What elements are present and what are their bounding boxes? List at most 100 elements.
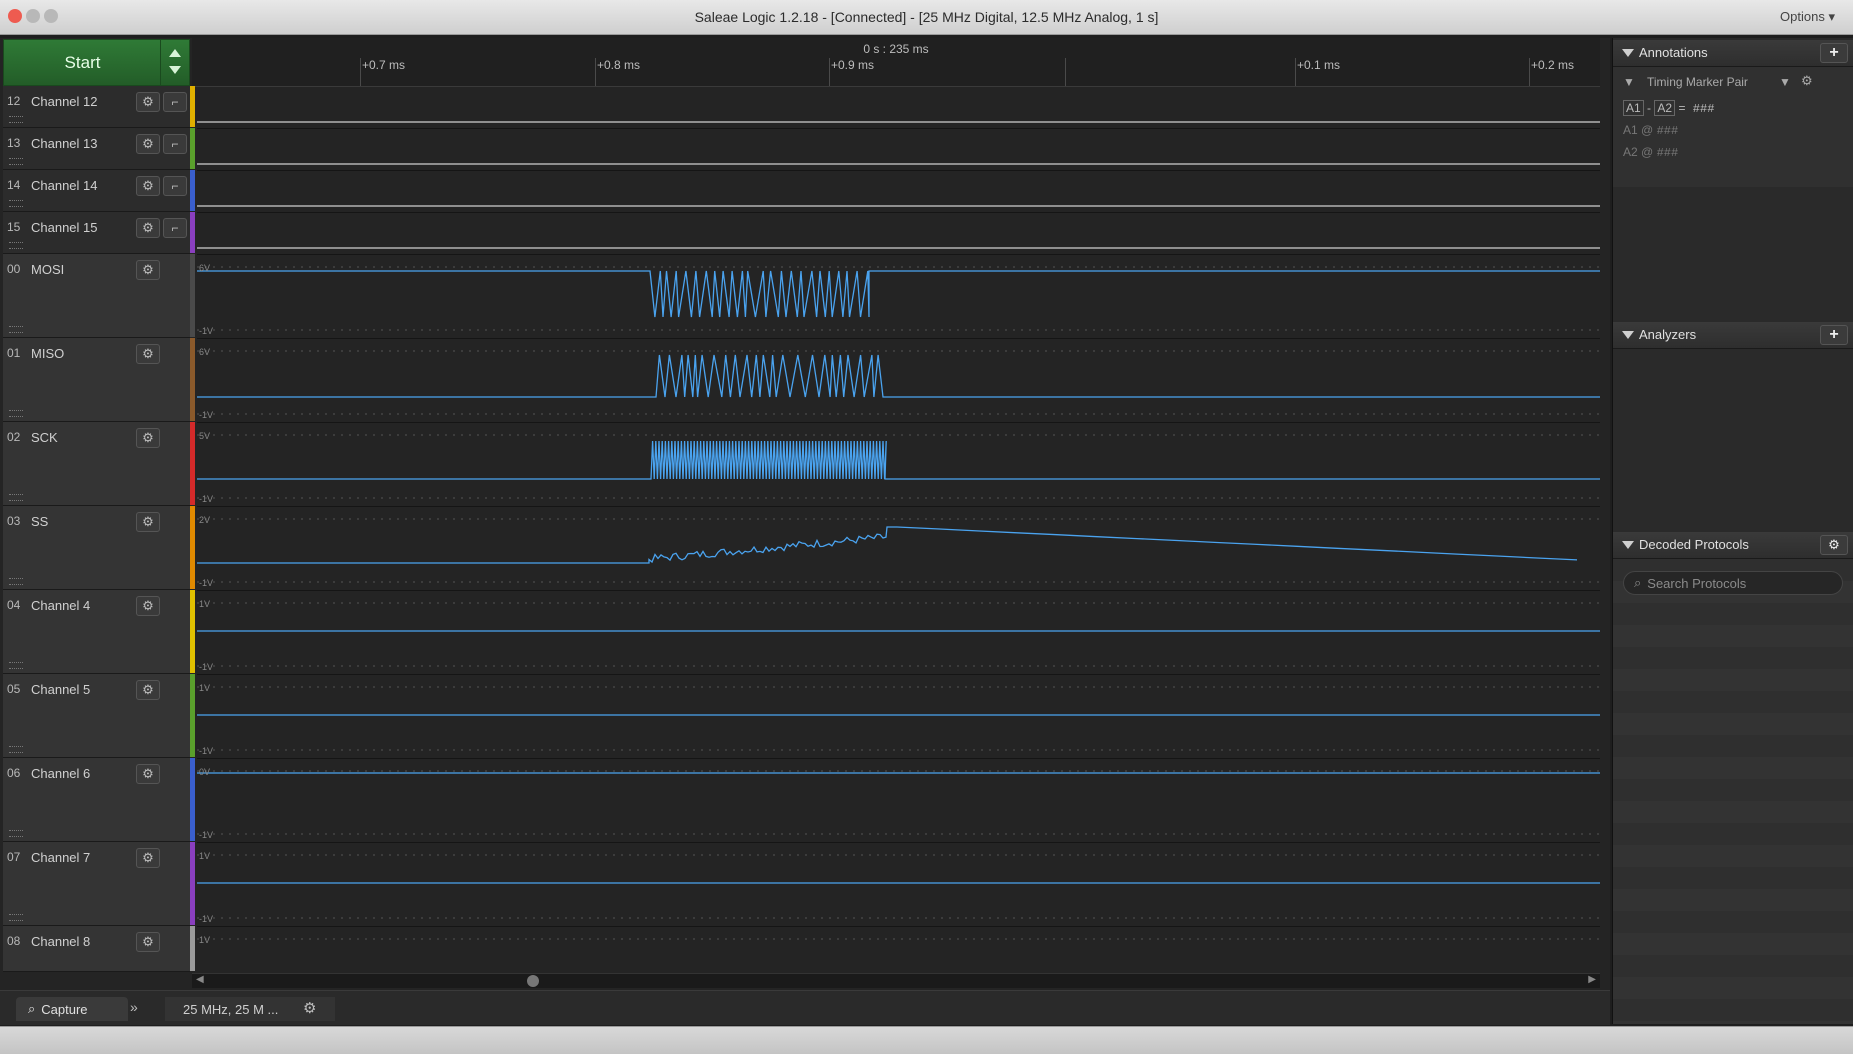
tick-label: +0.2 ms [1531,58,1575,72]
gear-icon[interactable]: ⚙ [136,260,160,280]
add-analyzer-button[interactable]: + [1820,325,1848,345]
channel-row-13[interactable]: 13 Channel 13 ⚙ ⌐ [3,128,190,170]
channel-name[interactable]: MOSI [31,262,64,277]
channel-name[interactable]: Channel 5 [31,682,90,697]
drag-handle[interactable] [9,830,23,837]
gear-icon[interactable]: ⚙ [136,764,160,784]
channel-name[interactable]: Channel 12 [31,94,98,109]
ruler-center-time: 0 s : 235 ms [863,42,929,56]
window-title: Saleae Logic 1.2.18 - [Connected] - [25 … [694,9,1159,25]
collapse-icon[interactable] [1622,331,1634,339]
decoded-protocols-header[interactable]: Decoded Protocols ⚙ [1613,532,1853,559]
channel-row-ss[interactable]: 03 SS ⚙ [3,506,190,590]
channel-color-bar [190,506,195,589]
right-panel: Annotations + ▼ Timing Marker Pair ▼ ⚙ A… [1612,38,1853,1024]
channel-number: 01 [7,346,21,360]
drag-handle[interactable] [9,494,23,501]
time-ruler[interactable]: 0 s : 235 ms +0.7 ms +0.8 ms +0.9 ms +0.… [192,38,1600,87]
tick-label: +0.8 ms [597,58,641,72]
collapse-icon[interactable] [1622,541,1634,549]
gear-icon[interactable]: ⚙ [136,680,160,700]
search-icon: ⌕ [28,1001,36,1016]
gear-icon[interactable]: ⚙ [1801,73,1813,89]
gear-icon[interactable]: ⚙ [136,176,160,196]
drag-handle[interactable] [9,116,23,123]
gear-icon[interactable]: ⚙ [136,92,160,112]
waveform-display[interactable]: 6V -1V 6V -1V 5V -1V 2V -1V 1V -1V 1V -1V 0V -1V 1V -1V… [197,87,1600,971]
gear-icon[interactable]: ⚙ [303,999,316,1017]
drag-handle[interactable] [9,242,23,249]
channel-name[interactable]: SCK [31,430,58,445]
drag-handle[interactable] [9,158,23,165]
gear-icon[interactable]: ⚙ [136,932,160,952]
channel-number: 15 [7,220,21,234]
drag-handle[interactable] [9,746,23,753]
scroll-thumb[interactable] [527,975,539,987]
scroll-left-icon[interactable]: ◀ [196,974,204,985]
bottom-bar: ⌕ Capture » 25 MHz, 25 M ... ⚙ [0,990,1610,1025]
a1-value: ### [1656,124,1679,138]
channel-name[interactable]: Channel 14 [31,178,98,193]
channel-name[interactable]: MISO [31,346,64,361]
a2-badge[interactable]: A2 [1654,100,1676,116]
gear-icon[interactable]: ⚙ [136,512,160,532]
vmin-label: -1V [199,494,213,504]
channel-row-7[interactable]: 07 Channel 7 ⚙ [3,842,190,926]
gear-icon[interactable]: ⚙ [136,344,160,364]
a1-badge[interactable]: A1 [1623,100,1644,116]
channel-name[interactable]: Channel 4 [31,598,90,613]
channel-row-sck[interactable]: 02 SCK ⚙ [3,422,190,506]
channel-name[interactable]: Channel 13 [31,136,98,151]
timing-marker-row[interactable]: ▼ Timing Marker Pair ▼ ⚙ [1619,73,1849,95]
trigger-icon[interactable]: ⌐ [163,134,187,154]
drag-handle[interactable] [9,200,23,207]
channel-row-4[interactable]: 04 Channel 4 ⚙ [3,590,190,674]
channel-row-14[interactable]: 14 Channel 14 ⚙ ⌐ [3,170,190,212]
channel-row-8[interactable]: 08 Channel 8 ⚙ [3,926,190,972]
add-annotation-button[interactable]: + [1820,43,1848,63]
search-protocols-input[interactable]: ⌕ Search Protocols [1623,571,1843,595]
channel-row-miso[interactable]: 01 MISO ⚙ [3,338,190,422]
collapse-icon[interactable] [1622,49,1634,57]
vmin-label: -1V [199,410,213,420]
trigger-icon[interactable]: ⌐ [163,176,187,196]
analyzers-header[interactable]: Analyzers + [1613,322,1853,349]
drag-handle[interactable] [9,578,23,585]
capture-tab[interactable]: ⌕ Capture [16,997,128,1021]
gear-icon[interactable]: ⚙ [136,134,160,154]
channel-row-15[interactable]: 15 Channel 15 ⚙ ⌐ [3,212,190,254]
channel-row-mosi[interactable]: 00 MOSI ⚙ [3,254,190,338]
gear-icon[interactable]: ⚙ [136,848,160,868]
expand-icon[interactable]: » [130,999,138,1015]
gear-icon[interactable]: ⚙ [1820,535,1848,555]
chevron-down-icon[interactable]: ▼ [1779,75,1791,89]
drag-handle[interactable] [9,914,23,921]
channel-name[interactable]: Channel 15 [31,220,98,235]
drag-handle[interactable] [9,662,23,669]
gear-icon[interactable]: ⚙ [136,596,160,616]
channel-row-12[interactable]: 12 Channel 12 ⚙ ⌐ [3,86,190,128]
channel-row-5[interactable]: 05 Channel 5 ⚙ [3,674,190,758]
start-button[interactable]: Start [3,39,162,86]
vmax-label: 5V [199,431,210,441]
options-menu[interactable]: Options ▾ [1780,9,1835,25]
arrow-up-icon[interactable] [169,49,181,57]
gear-icon[interactable]: ⚙ [136,428,160,448]
trigger-icon[interactable]: ⌐ [163,218,187,238]
channel-name[interactable]: SS [31,514,48,529]
scroll-right-icon[interactable]: ▶ [1588,974,1596,985]
start-options-arrows[interactable] [160,39,190,86]
horizontal-scrollbar[interactable]: ◀ ▶ [192,973,1600,988]
a2-value: ### [1656,146,1679,160]
channel-name[interactable]: Channel 8 [31,934,90,949]
drag-handle[interactable] [9,326,23,333]
trigger-icon[interactable]: ⌐ [163,92,187,112]
drag-handle[interactable] [9,410,23,417]
channel-row-6[interactable]: 06 Channel 6 ⚙ [3,758,190,842]
arrow-down-icon[interactable] [169,66,181,74]
gear-icon[interactable]: ⚙ [136,218,160,238]
annotations-header[interactable]: Annotations + [1613,40,1853,67]
channel-name[interactable]: Channel 7 [31,850,90,865]
channel-name[interactable]: Channel 6 [31,766,90,781]
channel-color-bar [190,674,195,757]
